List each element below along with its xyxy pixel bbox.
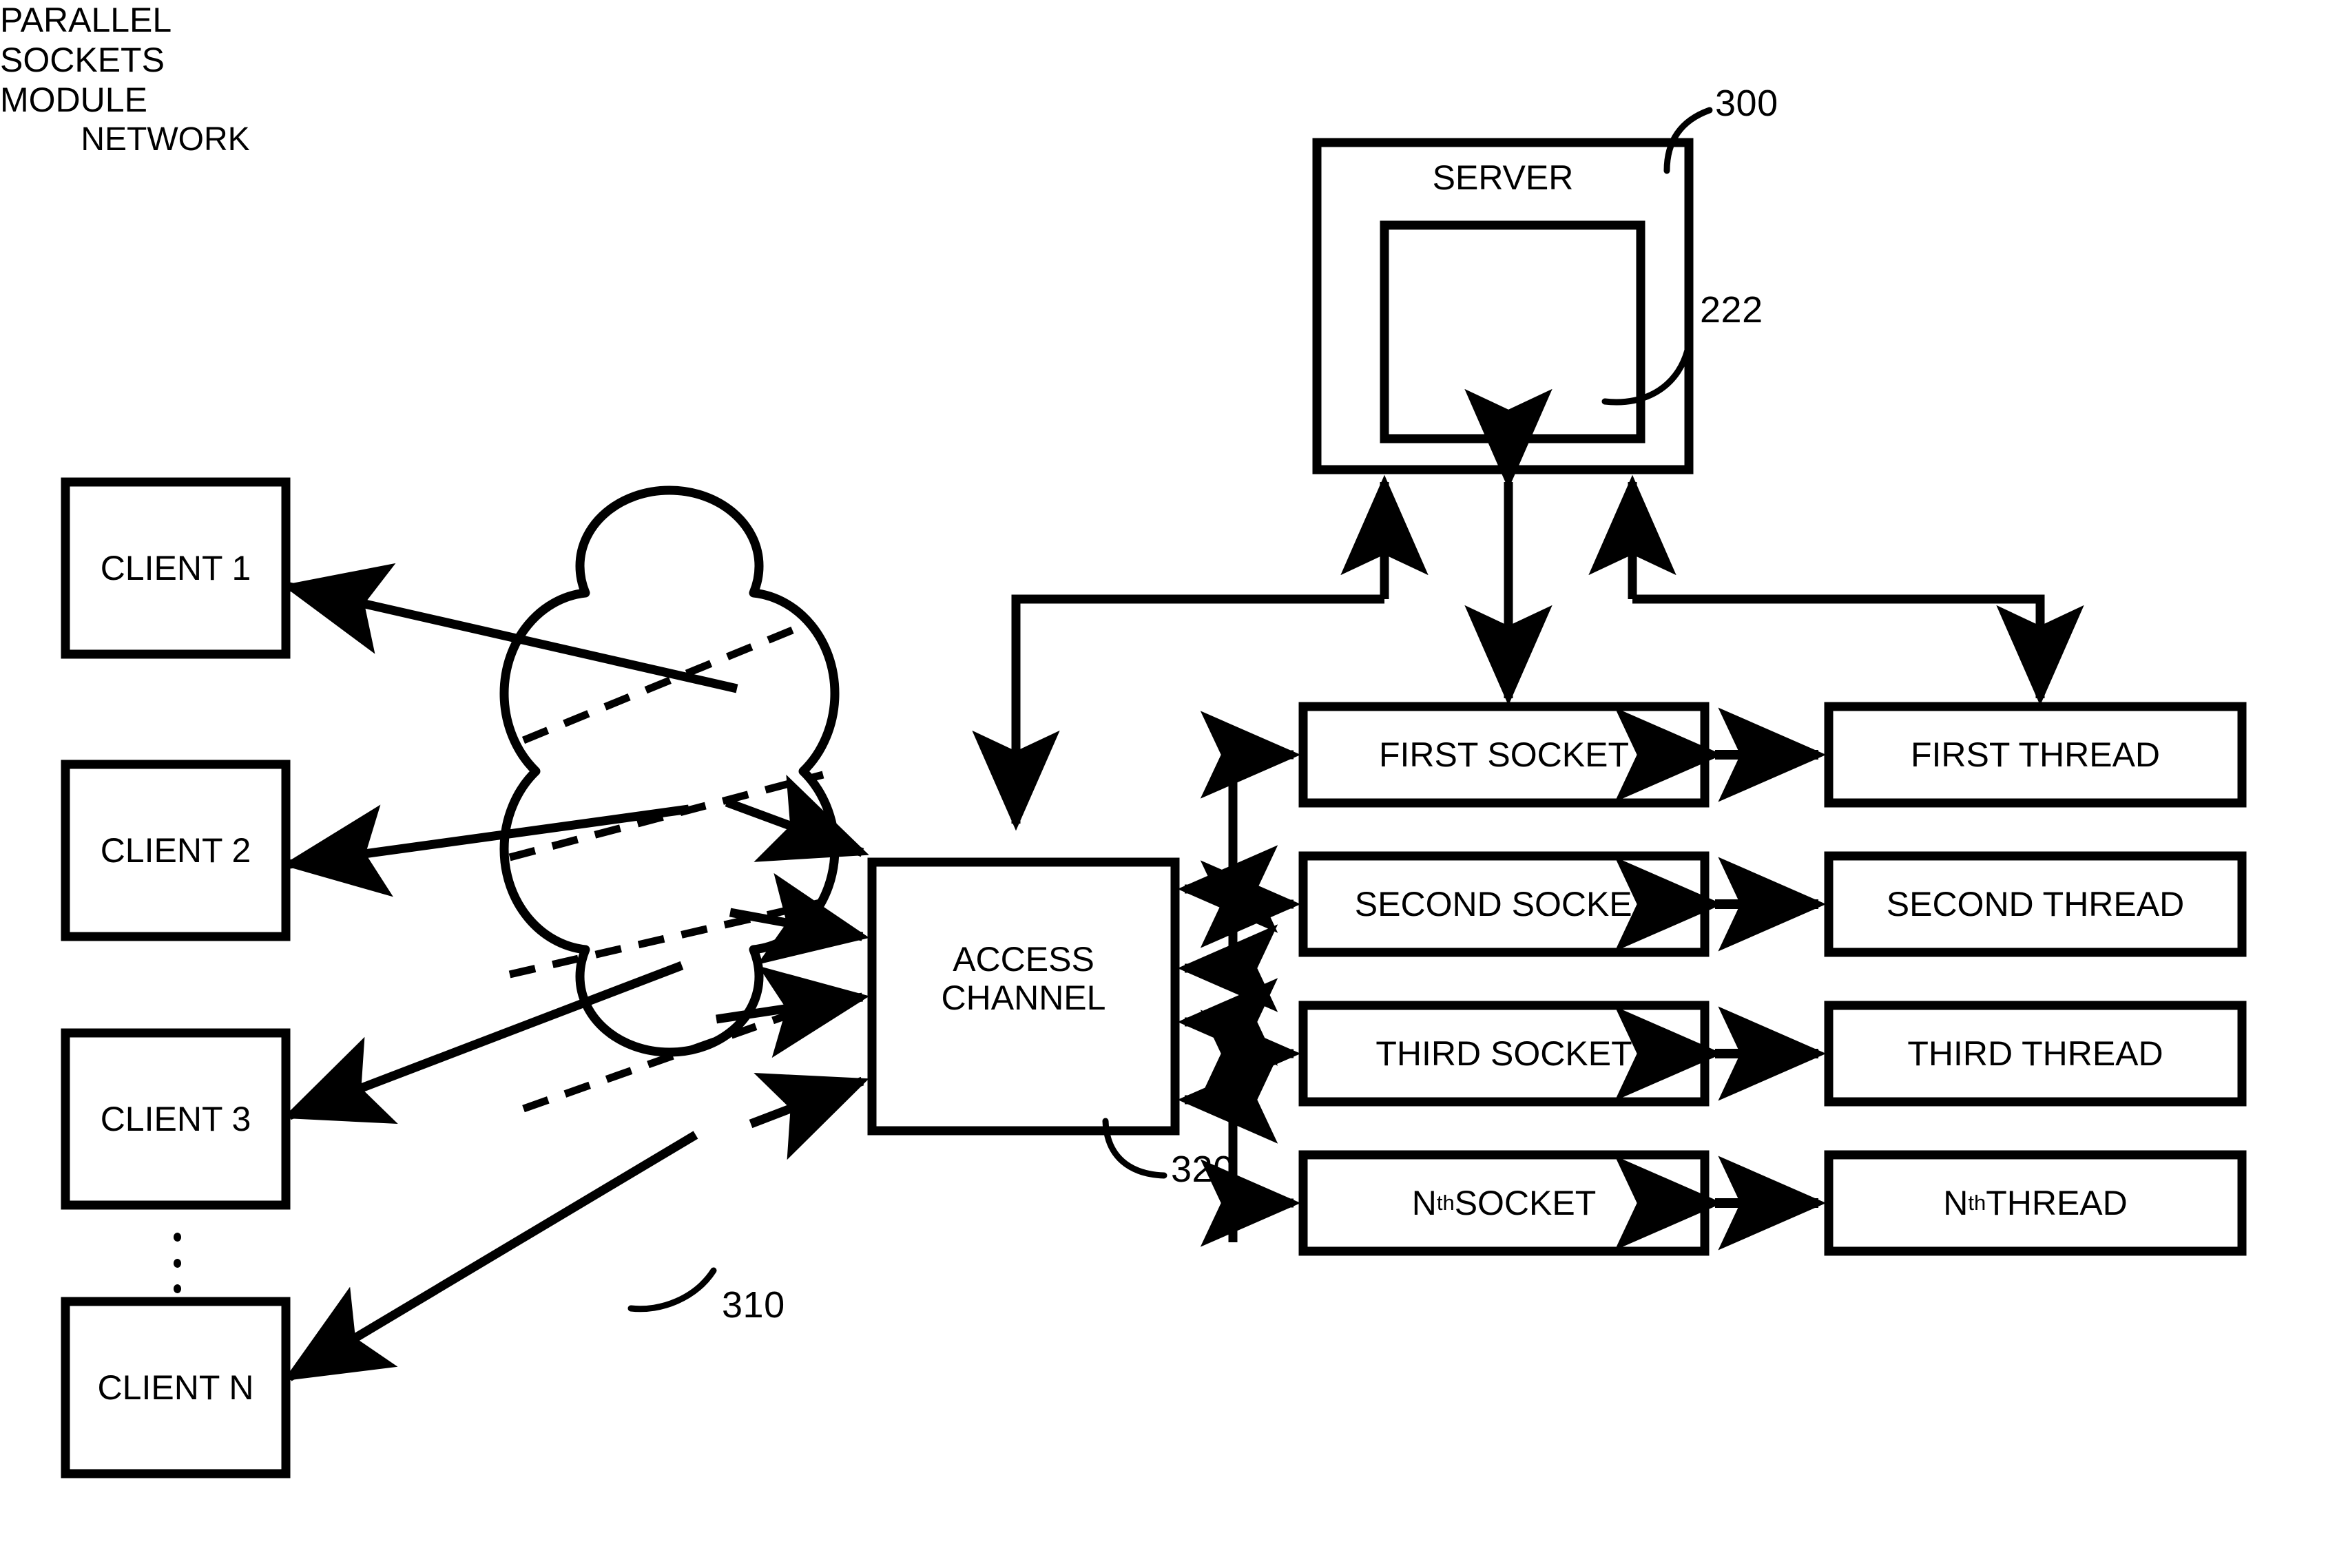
- access-to-nth-socket-line: [1200, 1159, 1301, 1247]
- access-to-first-socket-line: [1200, 711, 1301, 799]
- cloud-to-client-n-arrow: [283, 1131, 698, 1381]
- second-thread-label: SECOND THREAD: [1886, 885, 2185, 923]
- server-title: SERVER: [1432, 158, 1574, 197]
- ref-number-222: 222: [1700, 289, 1763, 331]
- cloud-to-access-arrow-4: [749, 1072, 869, 1160]
- client-1-label: CLIENT 1: [100, 549, 251, 587]
- access-channel-label-line-1: ACCESS: [953, 940, 1094, 979]
- third-socket-to-access-line: [1177, 978, 1278, 1066]
- second-socket-label: SECOND SOCKET: [1354, 885, 1654, 923]
- client-3-label: CLIENT 3: [100, 1100, 251, 1138]
- dashed-path-1: [521, 619, 811, 744]
- cloud-to-access-arrow-1: [725, 774, 869, 862]
- patent-figure: SERVER PARALLEL SOCKETS MODULE 300 222 N…: [0, 0, 2326, 1568]
- ref-number-300: 300: [1715, 83, 1778, 124]
- first-socket-label: FIRST SOCKET: [1378, 735, 1629, 774]
- lead-line-222: [1601, 341, 1692, 406]
- parallel-sockets-module-box: [1380, 220, 1645, 443]
- dashed-path-4: [522, 1005, 807, 1113]
- nth-socket-label: Nth SOCKET: [1411, 1184, 1597, 1222]
- access-to-second-socket-line: [1200, 860, 1301, 948]
- cloud-to-client-1-arrow: [282, 563, 738, 693]
- access-channel-label: ACCESS CHANNEL: [872, 940, 1175, 1017]
- nth-thread-suffix: THREAD: [1986, 1184, 2128, 1222]
- nth-thread-label: Nth THREAD: [1943, 1184, 2128, 1222]
- first-thread-label: FIRST THREAD: [1910, 735, 2161, 774]
- ref-number-310: 310: [722, 1284, 785, 1326]
- first-socket-to-access-line: [1177, 755, 1278, 933]
- ref-number-320: 320: [1171, 1149, 1234, 1190]
- client-n-label: CLIENT N: [97, 1368, 254, 1407]
- access-to-third-socket-line: [1200, 1010, 1301, 1098]
- cloud-to-client-2-arrow: [282, 804, 689, 897]
- nth-socket-suffix: SOCKET: [1454, 1184, 1597, 1222]
- third-socket-label: THIRD SOCKET: [1375, 1034, 1632, 1073]
- nth-socket-prefix: N: [1411, 1184, 1437, 1222]
- client-list-ellipsis: [172, 1233, 182, 1293]
- second-socket-to-access-line: [1177, 904, 1278, 1012]
- figure-line-art: [61, 107, 2247, 1478]
- server-to-first-thread-line: [1632, 594, 2084, 706]
- nth-thread-prefix: N: [1943, 1184, 1969, 1222]
- third-thread-label: THIRD THREAD: [1907, 1034, 2163, 1073]
- lead-line-310: [627, 1267, 717, 1313]
- access-channel-label-line-2: CHANNEL: [941, 979, 1106, 1017]
- client-2-label: CLIENT 2: [100, 831, 251, 870]
- server-to-access-channel-line: [972, 594, 1384, 831]
